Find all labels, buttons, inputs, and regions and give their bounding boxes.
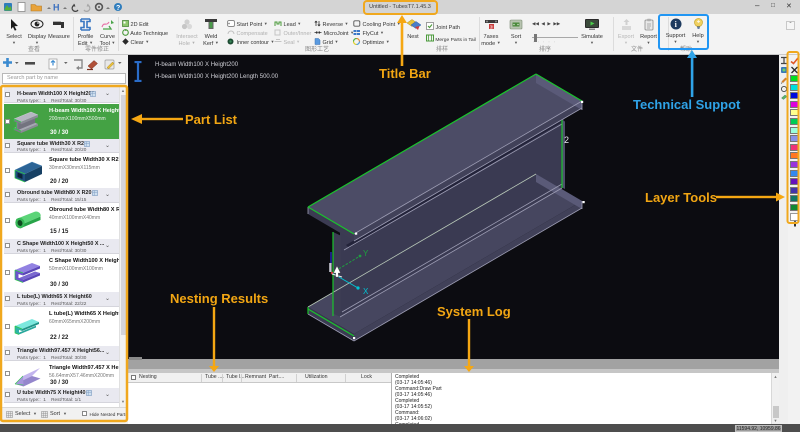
svg-text:?: ? [116,5,120,12]
svg-text:X: X [363,287,369,296]
svg-text:Y: Y [363,249,369,258]
svg-text:2: 2 [564,135,569,145]
svg-text:H: H [53,3,60,13]
svg-text:3!: 3! [489,24,493,29]
